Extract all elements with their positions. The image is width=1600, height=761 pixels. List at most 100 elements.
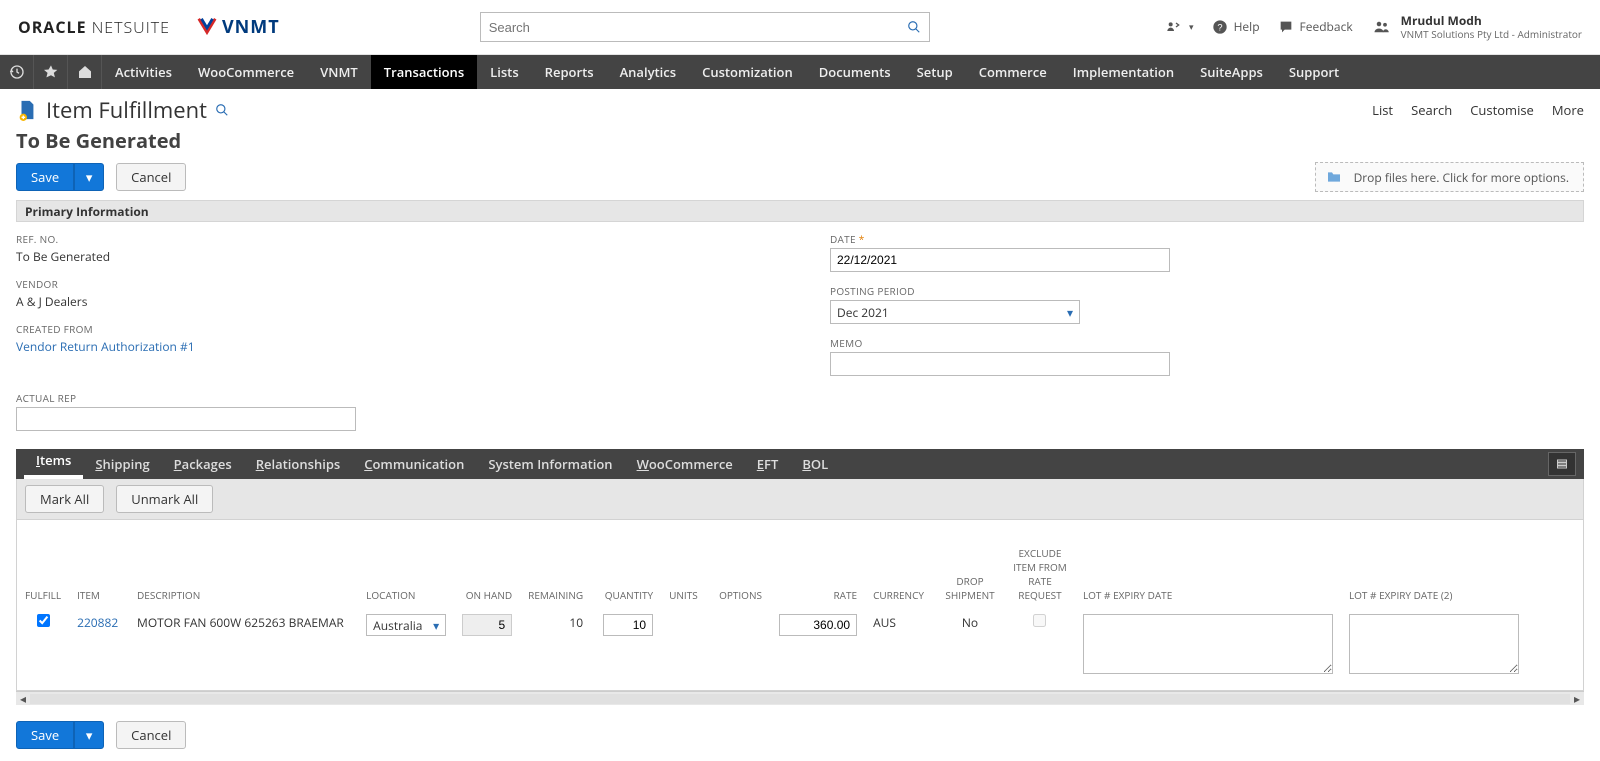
horizontal-scrollbar[interactable]: ◂ ▸: [16, 691, 1584, 705]
page-link-search[interactable]: Search: [1411, 101, 1452, 119]
page-link-customise[interactable]: Customise: [1470, 101, 1534, 119]
nav-item-setup[interactable]: Setup: [904, 55, 966, 89]
subtab-eft[interactable]: EFT: [745, 455, 791, 479]
vendor-value: A & J Dealers: [16, 293, 770, 310]
subtab-packages[interactable]: Packages: [162, 455, 244, 479]
user-menu[interactable]: Mrudul Modh VNMT Solutions Pty Ltd - Adm…: [1371, 14, 1582, 40]
location-select[interactable]: Australia▾: [366, 614, 446, 636]
col-options: OPTIONS: [711, 520, 771, 610]
home-icon[interactable]: [68, 55, 102, 89]
nav-item-suiteapps[interactable]: SuiteApps: [1187, 55, 1276, 89]
page-link-more[interactable]: More: [1552, 101, 1584, 119]
save-button[interactable]: Save: [16, 163, 74, 191]
ref-no-label: REF. NO.: [16, 232, 770, 246]
col-remaining: REMAINING: [520, 520, 591, 610]
nav-item-woocommerce[interactable]: WooCommerce: [185, 55, 307, 89]
units-cell: [661, 610, 711, 682]
save-button-footer[interactable]: Save: [16, 721, 74, 749]
save-split-caret-footer[interactable]: ▾: [74, 721, 104, 749]
created-from-link[interactable]: Vendor Return Authorization #1: [16, 338, 195, 355]
users-icon: [1371, 18, 1393, 36]
save-split-caret[interactable]: ▾: [74, 163, 104, 191]
nav-item-vnmt[interactable]: VNMT: [307, 55, 371, 89]
folder-icon: [1324, 169, 1344, 185]
quantity-input[interactable]: [603, 614, 653, 636]
subtab-system-information[interactable]: System Information: [476, 455, 624, 479]
subtab-relationships[interactable]: Relationships: [244, 455, 353, 479]
scroll-left-icon[interactable]: ◂: [16, 690, 30, 707]
page-title: Item Fulfillment: [46, 95, 207, 125]
vendor-label: VENDOR: [16, 277, 770, 291]
feedback-link[interactable]: Feedback: [1278, 18, 1353, 35]
help-link[interactable]: ? Help: [1212, 18, 1260, 35]
item-link[interactable]: 220882: [77, 614, 118, 631]
nav-item-support[interactable]: Support: [1276, 55, 1352, 89]
recent-records-icon[interactable]: [0, 55, 34, 89]
lot-expiry-2-input[interactable]: [1349, 614, 1519, 674]
posting-period-label: POSTING PERIOD: [830, 284, 1584, 298]
search-input[interactable]: [489, 20, 907, 35]
description-cell: MOTOR FAN 600W 625263 BRAEMAR: [129, 610, 358, 682]
subtab-shipping[interactable]: Shipping: [83, 455, 161, 479]
ref-no-value: To Be Generated: [16, 248, 770, 265]
col-fulfill: FULFILL: [17, 520, 69, 610]
nav-item-transactions[interactable]: Transactions: [371, 55, 477, 89]
subtab-woocommerce[interactable]: WooCommerce: [625, 455, 745, 479]
subtab-items[interactable]: Items: [24, 451, 83, 479]
user-name: Mrudul Modh: [1401, 14, 1582, 28]
nav-item-analytics[interactable]: Analytics: [607, 55, 690, 89]
lot-expiry-1-input[interactable]: [1083, 614, 1333, 674]
actual-rep-label: ACTUAL REP: [16, 391, 770, 405]
file-drop-zone[interactable]: Drop files here. Click for more options.: [1315, 162, 1584, 192]
col-item: ITEM: [69, 520, 129, 610]
remaining-cell: 10: [520, 610, 591, 682]
nav-item-implementation[interactable]: Implementation: [1060, 55, 1187, 89]
currency-cell: AUS: [865, 610, 935, 682]
col-description: DESCRIPTION: [129, 520, 358, 610]
actual-rep-input[interactable]: [16, 407, 356, 431]
subtab-bar: ItemsShippingPackagesRelationshipsCommun…: [16, 449, 1584, 479]
col-lot-expiry-date: LOT # EXPIRY DATE: [1075, 520, 1341, 610]
col-rate: RATE: [771, 520, 865, 610]
date-label: DATE: [830, 232, 1584, 246]
subtab-bol[interactable]: BOL: [790, 455, 840, 479]
shortcuts-star-icon[interactable]: [34, 55, 68, 89]
section-primary-information: Primary Information: [16, 200, 1584, 222]
search-icon[interactable]: [907, 20, 921, 34]
user-role: VNMT Solutions Pty Ltd - Administrator: [1401, 28, 1582, 40]
nav-item-customization[interactable]: Customization: [689, 55, 806, 89]
posting-period-select[interactable]: Dec 2021 ▾: [830, 300, 1080, 324]
cancel-button-footer[interactable]: Cancel: [116, 721, 186, 749]
page-link-list[interactable]: List: [1372, 101, 1393, 119]
options-cell: [711, 610, 771, 682]
role-switcher-icon[interactable]: ▾: [1165, 19, 1194, 35]
col-exclude-item-from-rate-request: EXCLUDE ITEM FROM RATE REQUEST: [1005, 520, 1075, 610]
save-button-split[interactable]: Save ▾: [16, 163, 104, 191]
nav-item-activities[interactable]: Activities: [102, 55, 185, 89]
subtab-communication[interactable]: Communication: [352, 455, 476, 479]
rate-input[interactable]: [779, 614, 857, 636]
drop-zone-text: Drop files here. Click for more options.: [1354, 169, 1569, 186]
nav-item-commerce[interactable]: Commerce: [966, 55, 1060, 89]
save-button-split-footer[interactable]: Save ▾: [16, 721, 104, 749]
on-hand-field: [462, 614, 512, 636]
nav-item-reports[interactable]: Reports: [532, 55, 607, 89]
date-input[interactable]: [830, 248, 1170, 272]
nav-item-lists[interactable]: Lists: [477, 55, 532, 89]
memo-input[interactable]: [830, 352, 1170, 376]
unmark-all-button[interactable]: Unmark All: [116, 485, 213, 513]
mark-all-button[interactable]: Mark All: [25, 485, 104, 513]
scroll-right-icon[interactable]: ▸: [1570, 690, 1584, 707]
svg-text:?: ?: [1217, 22, 1222, 32]
col-location: LOCATION: [358, 520, 454, 610]
nav-item-documents[interactable]: Documents: [806, 55, 904, 89]
table-row[interactable]: 220882 MOTOR FAN 600W 625263 BRAEMAR Aus…: [17, 610, 1527, 682]
fulfill-checkbox[interactable]: [37, 614, 50, 627]
exclude-checkbox: [1033, 614, 1046, 627]
global-search[interactable]: [480, 12, 930, 42]
subtab-layout-toggle-icon[interactable]: [1548, 452, 1576, 476]
cancel-button[interactable]: Cancel: [116, 163, 186, 191]
page-search-icon[interactable]: [215, 103, 229, 117]
main-nav: ActivitiesWooCommerceVNMTTransactionsLis…: [0, 55, 1600, 89]
oracle-netsuite-logo: ORACLE NETSUITE: [18, 16, 170, 38]
